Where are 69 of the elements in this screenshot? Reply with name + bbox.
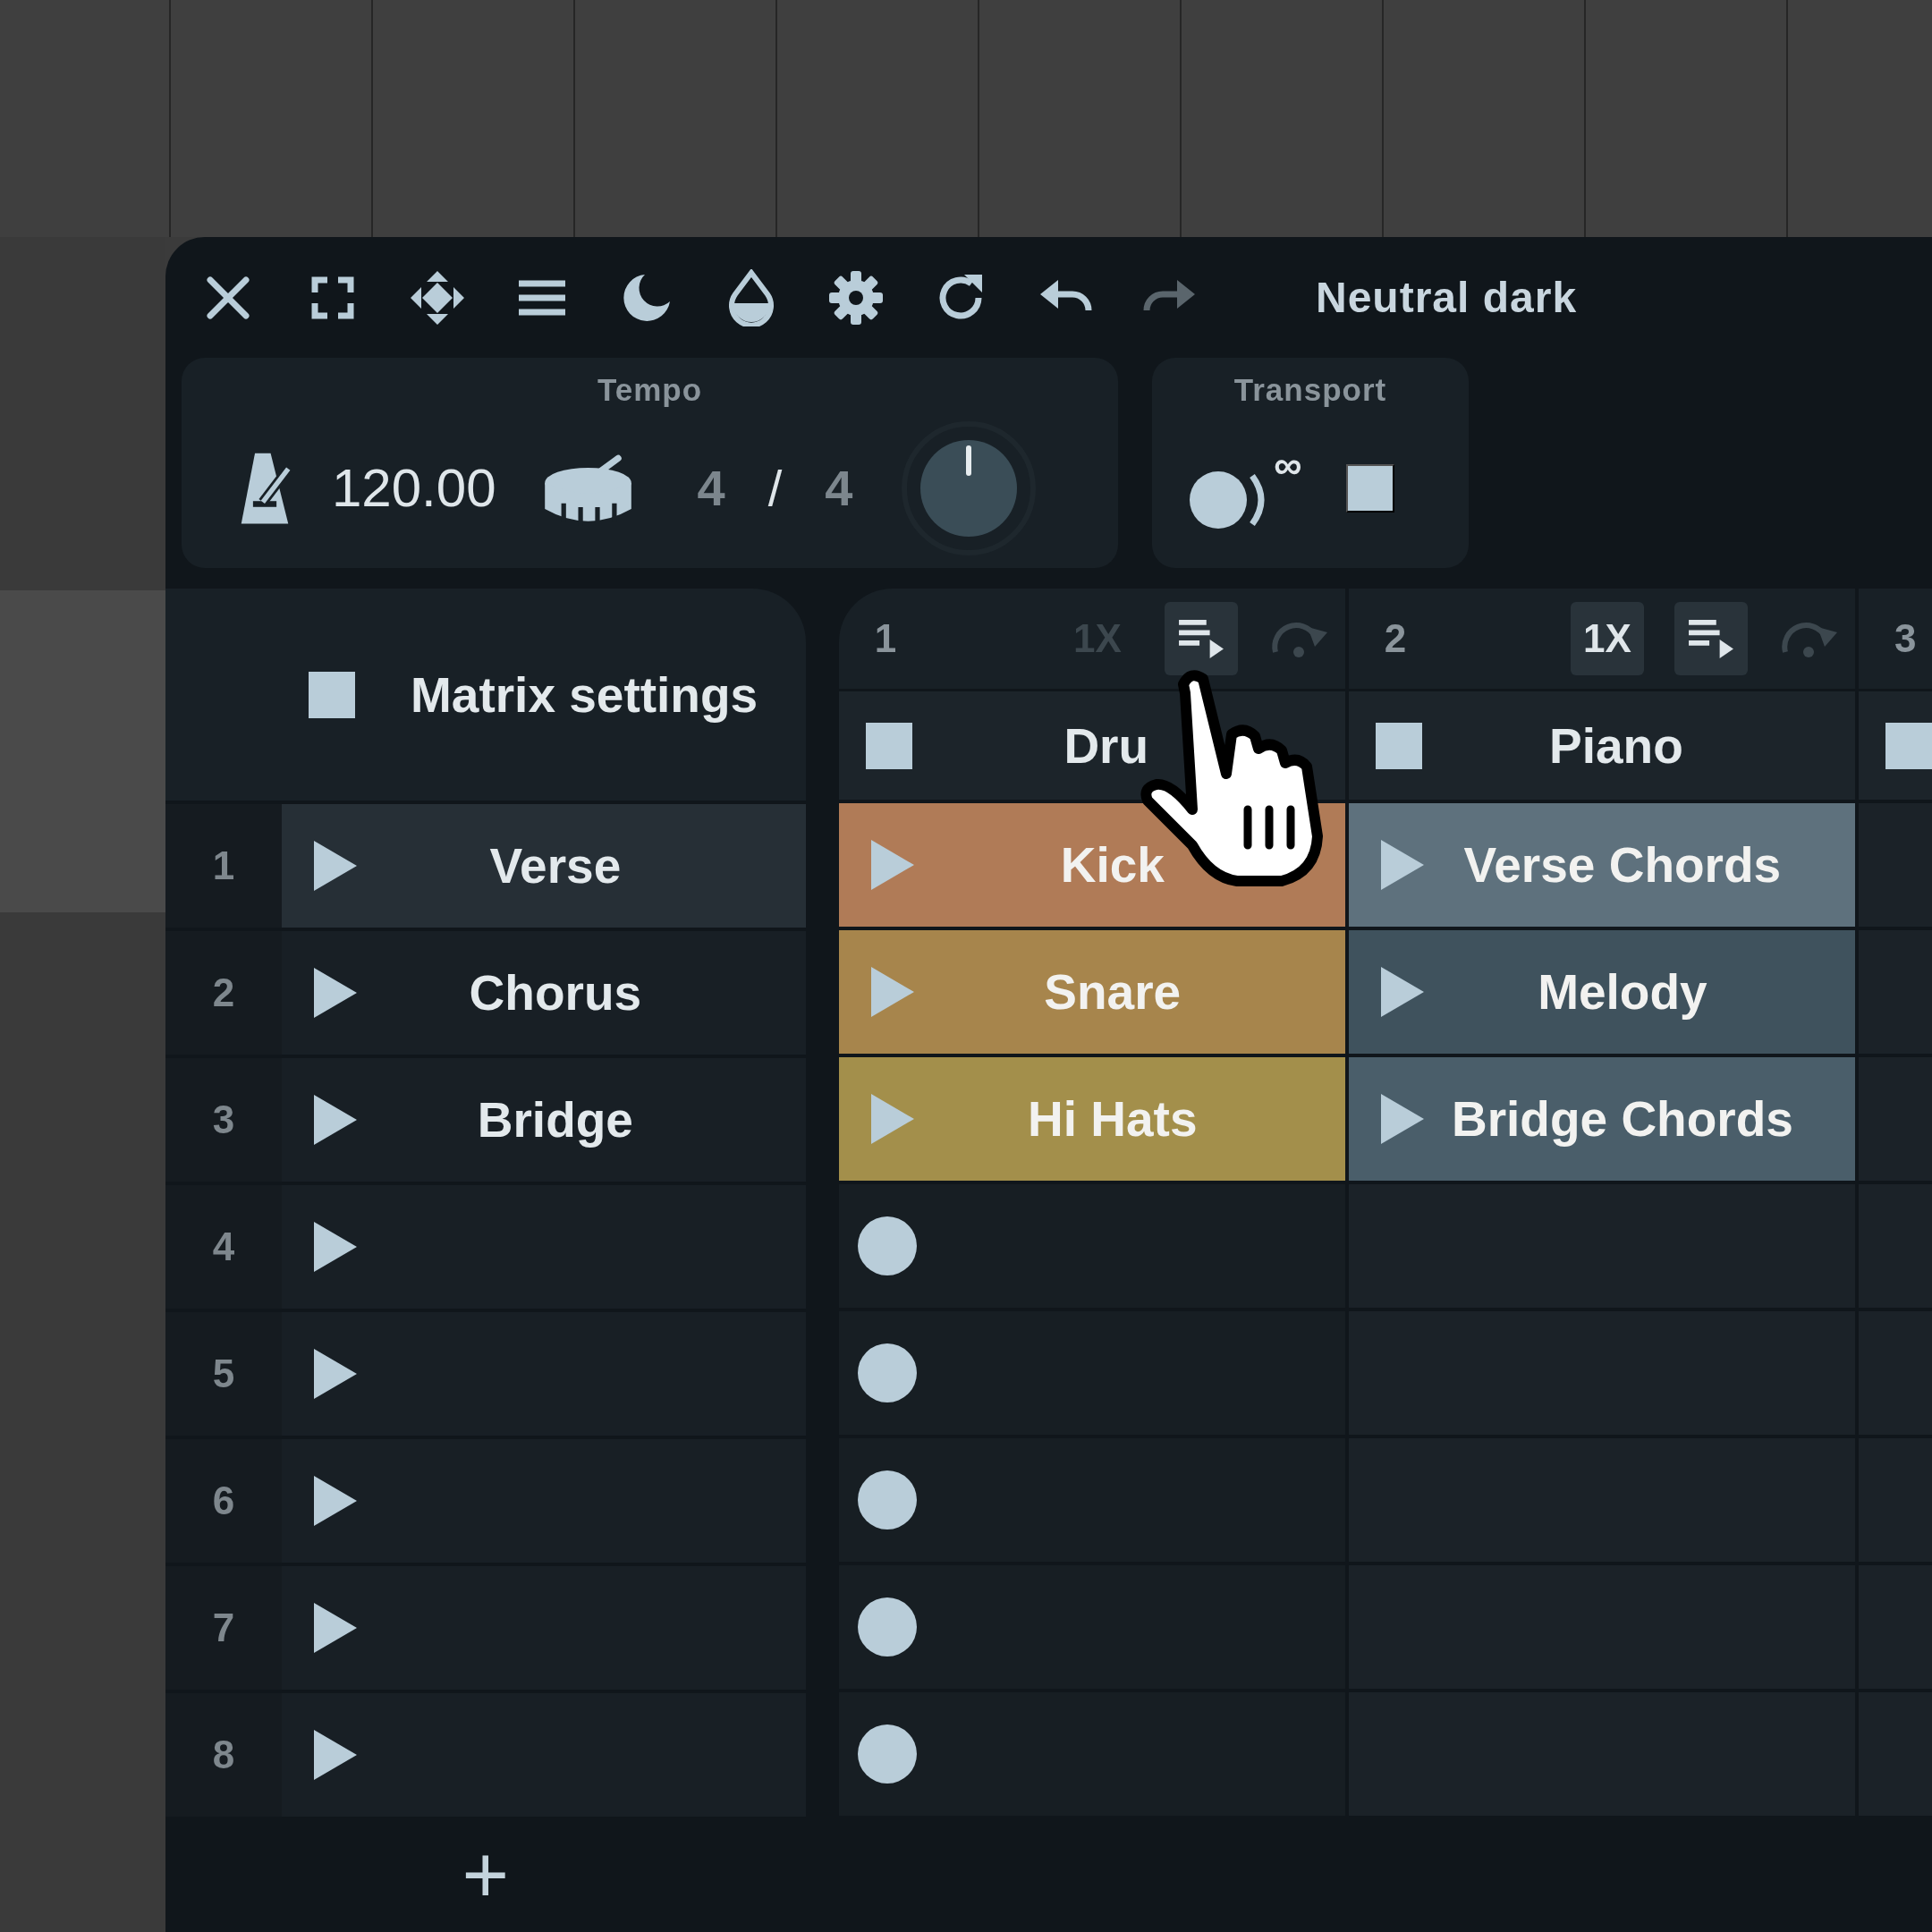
panel-title: Tempo — [597, 372, 703, 408]
stop-track-button[interactable] — [1885, 722, 1932, 769]
add-scene-button[interactable]: + — [462, 1834, 510, 1915]
clip-name: Snare — [1043, 963, 1182, 1021]
settings-icon — [827, 268, 885, 326]
stop-button[interactable] — [1346, 463, 1395, 513]
matrix-settings-label[interactable]: Matrix settings — [411, 665, 758, 724]
play-icon — [312, 1728, 359, 1782]
play-icon — [869, 1092, 916, 1146]
scene-number: 3 — [165, 1058, 282, 1182]
clip-name: Bridge Chords — [1450, 1090, 1794, 1148]
queue-button[interactable] — [1164, 602, 1238, 675]
scene-row[interactable]: Bridge — [282, 1058, 806, 1182]
track-number: 1 — [874, 616, 898, 661]
stop-track-button[interactable] — [865, 722, 912, 769]
track-number: 2 — [1384, 616, 1408, 661]
loop-play-button[interactable]: ∞ — [1188, 445, 1302, 531]
empty-slot[interactable] — [838, 1184, 1345, 1308]
empty-slot[interactable] — [838, 1438, 1345, 1562]
repeat-button[interactable]: 1X — [1571, 602, 1644, 675]
clip-name: Hi Hats — [1027, 1090, 1199, 1148]
play-icon — [1378, 965, 1426, 1019]
play-icon — [312, 966, 359, 1020]
empty-slot[interactable] — [838, 1692, 1345, 1816]
scene-number: 2 — [165, 931, 282, 1055]
track-name[interactable]: Dru — [911, 716, 1301, 775]
play-icon — [312, 1601, 359, 1655]
scene-row[interactable]: Verse — [282, 804, 806, 928]
play-icon — [312, 1347, 359, 1401]
time-signature-denominator[interactable]: 4 — [825, 459, 853, 517]
scene-name: Bridge — [476, 1091, 634, 1148]
empty-slot[interactable] — [838, 1311, 1345, 1435]
play-icon — [869, 838, 916, 892]
scene-number: 5 — [165, 1312, 282, 1436]
scene-number: 7 — [165, 1566, 282, 1690]
scene-number: 8 — [165, 1693, 282, 1817]
play-icon — [1378, 838, 1426, 892]
play-icon — [312, 1474, 359, 1528]
tempo-value[interactable]: 120.00 — [332, 457, 496, 519]
play-icon — [312, 1093, 359, 1147]
clip-name: Kick — [1059, 836, 1165, 894]
knob-icon — [902, 420, 1037, 555]
empty-slot[interactable] — [838, 1565, 1345, 1689]
time-signature-slash: / — [767, 459, 783, 517]
stop-track-button[interactable] — [1375, 722, 1422, 769]
scene-row[interactable]: Chorus — [282, 931, 806, 1055]
play-icon — [1378, 1092, 1426, 1146]
theme-name: Neutral dark — [1316, 273, 1578, 322]
scene-name: Verse — [488, 837, 623, 894]
list-play-icon — [1687, 617, 1735, 660]
clip[interactable]: Melody — [1348, 930, 1855, 1054]
clip-name: Melody — [1537, 963, 1708, 1021]
track-name[interactable]: Piano — [1421, 716, 1810, 775]
list-play-icon — [1176, 617, 1225, 660]
play-icon — [312, 1220, 359, 1274]
play-icon — [869, 965, 916, 1019]
play-icon — [312, 839, 359, 893]
scene-number: 6 — [165, 1439, 282, 1563]
scene-name: Chorus — [468, 964, 643, 1021]
queue-button[interactable] — [1674, 602, 1748, 675]
time-signature-numerator[interactable]: 4 — [697, 459, 725, 517]
scene-number: 1 — [165, 804, 282, 928]
track-number: 3 — [1894, 616, 1918, 661]
clip[interactable]: Bridge Chords — [1348, 1057, 1855, 1181]
clip[interactable]: Verse Chords — [1348, 803, 1855, 927]
scene-number: 4 — [165, 1185, 282, 1309]
panel-title: Transport — [1233, 372, 1387, 408]
clip-name: Verse Chords — [1462, 836, 1783, 894]
move-arrows-icon — [409, 268, 466, 326]
